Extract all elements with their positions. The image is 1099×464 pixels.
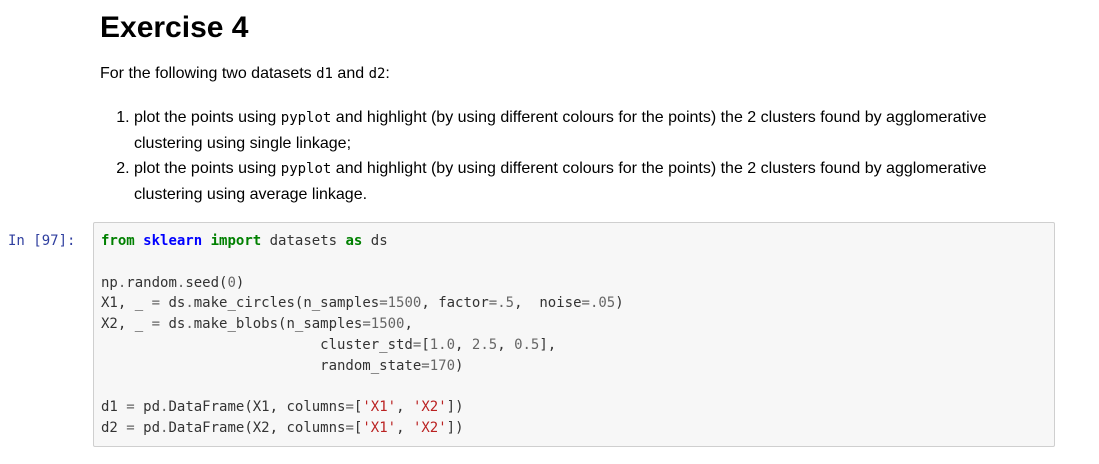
code-module: sklearn	[143, 233, 203, 249]
exercise-title: Exercise 4	[100, 11, 249, 44]
code-operator: =	[379, 295, 388, 312]
code-text-run: ,	[396, 420, 413, 437]
code-keyword: import	[210, 233, 262, 249]
code-keyword: as	[345, 233, 363, 249]
code-operator: =	[345, 399, 354, 416]
code-operator: =	[581, 295, 590, 312]
code-number: 1.0	[429, 336, 456, 353]
code-operator: =	[345, 420, 354, 437]
code-text-run: make_circles(n_samples	[193, 295, 380, 312]
code-operator: =	[126, 399, 135, 416]
code-operator: =	[126, 420, 135, 437]
code-string: 'X1'	[362, 420, 397, 437]
code-string: 'X2'	[412, 399, 447, 416]
code-text-run: DataFrame(X1, columns	[168, 399, 346, 416]
code-text-run: ,	[497, 336, 515, 353]
code-text-run: datasets	[261, 233, 346, 249]
code-text-run: , factor	[421, 295, 489, 312]
code-text[interactable]: from sklearn import datasets as ds np.ra…	[101, 231, 624, 439]
code-operator: =	[151, 295, 161, 312]
inline-code-d2: d2	[368, 66, 386, 82]
code-text-run: ds	[160, 316, 186, 333]
code-text-run: pd	[134, 420, 161, 437]
code-operator: .	[185, 316, 194, 333]
input-prompt: In [97]:	[8, 233, 76, 249]
inline-code-pyplot: pyplot	[280, 110, 332, 126]
task-item-1: plot the points using pyplot and highlig…	[134, 105, 1034, 156]
code-number: 170	[429, 357, 456, 374]
code-text-run	[135, 233, 143, 249]
code-operator: =	[151, 316, 161, 333]
code-number: 1500	[370, 316, 405, 333]
task-list: plot the points using pyplot and highlig…	[100, 105, 1034, 207]
code-string: 'X2'	[412, 420, 447, 437]
code-text-run: ])	[446, 420, 464, 437]
code-text-run: pd	[134, 399, 161, 416]
code-text-run: DataFrame(X2, columns	[168, 420, 346, 437]
code-operator: =	[488, 295, 498, 312]
code-operator: =	[421, 357, 430, 374]
inline-code-d1: d1	[316, 66, 333, 82]
code-number: 0	[227, 274, 236, 291]
code-number: 1500	[387, 295, 422, 312]
intro-paragraph: For the following two datasets d1 and d2…	[100, 65, 390, 82]
code-number: 0.5	[514, 336, 540, 353]
code-text-run: seed(	[185, 274, 228, 291]
code-text-run: , noise	[514, 295, 582, 312]
code-operator: =	[362, 316, 371, 333]
code-keyword: from	[101, 233, 135, 249]
code-cell-editor[interactable]: from sklearn import datasets as ds np.ra…	[93, 222, 1055, 447]
code-text-run: [	[421, 336, 430, 353]
code-string: 'X1'	[362, 399, 397, 416]
code-text-run: random	[126, 274, 177, 291]
code-text-run	[202, 233, 210, 249]
code-operator: .	[185, 295, 194, 312]
code-text-run: ,	[396, 399, 413, 416]
inline-code-pyplot: pyplot	[280, 161, 332, 177]
task-item-2: plot the points using pyplot and highlig…	[134, 156, 1034, 207]
code-text-run: make_blobs(n_samples	[193, 316, 363, 333]
code-text-run: ds	[160, 295, 186, 312]
code-number: 2.5	[471, 336, 498, 353]
code-text-run: ,	[455, 336, 472, 353]
code-number: .5	[497, 295, 515, 312]
code-number: .05	[589, 295, 616, 312]
